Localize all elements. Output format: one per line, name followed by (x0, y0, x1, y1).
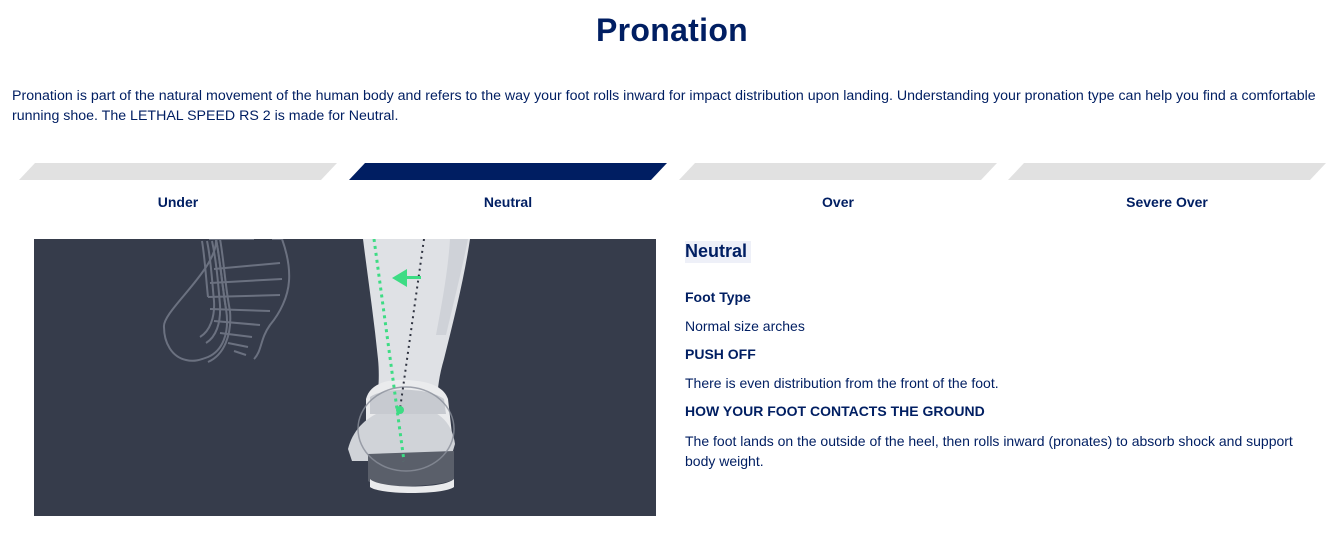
tab-under-label: Under (157, 194, 199, 210)
pronation-illustration (34, 239, 656, 516)
heel-shape (348, 379, 455, 493)
foot-type-text: Normal size arches (685, 318, 805, 334)
details-heading: Neutral (685, 241, 752, 263)
contact-text: The foot lands on the outside of the hee… (685, 433, 1293, 469)
push-off-text: There is even distribution from the fron… (685, 375, 999, 391)
tab-over-label: Over (822, 194, 854, 210)
intro-text: Pronation is part of the natural movemen… (12, 88, 1316, 124)
page-title: Pronation (595, 12, 749, 48)
tab-neutral-label: Neutral (483, 194, 533, 210)
tab-over-bar (679, 163, 997, 180)
shoe-sole-outline-icon (163, 239, 291, 363)
heel-point (396, 406, 404, 414)
tab-neutral-bar (349, 163, 667, 180)
contact-title: HOW YOUR FOOT CONTACTS THE GROUND (685, 403, 985, 419)
tab-severe-over[interactable]: Severe Over (1008, 163, 1338, 213)
tab-under[interactable]: Under (19, 163, 349, 213)
tab-severe-over-label: Severe Over (1126, 194, 1208, 210)
foot-type-title: Foot Type (685, 289, 751, 305)
tab-over[interactable]: Over (679, 163, 1009, 213)
neutral-foot-illustration (163, 239, 470, 493)
pronation-tabs: Under Neutral Over Severe Over (0, 163, 1344, 213)
tab-severe-over-bar (1008, 163, 1326, 180)
push-off-title: PUSH OFF (685, 346, 756, 362)
tab-neutral[interactable]: Neutral (349, 163, 679, 213)
tab-under-bar (19, 163, 337, 180)
